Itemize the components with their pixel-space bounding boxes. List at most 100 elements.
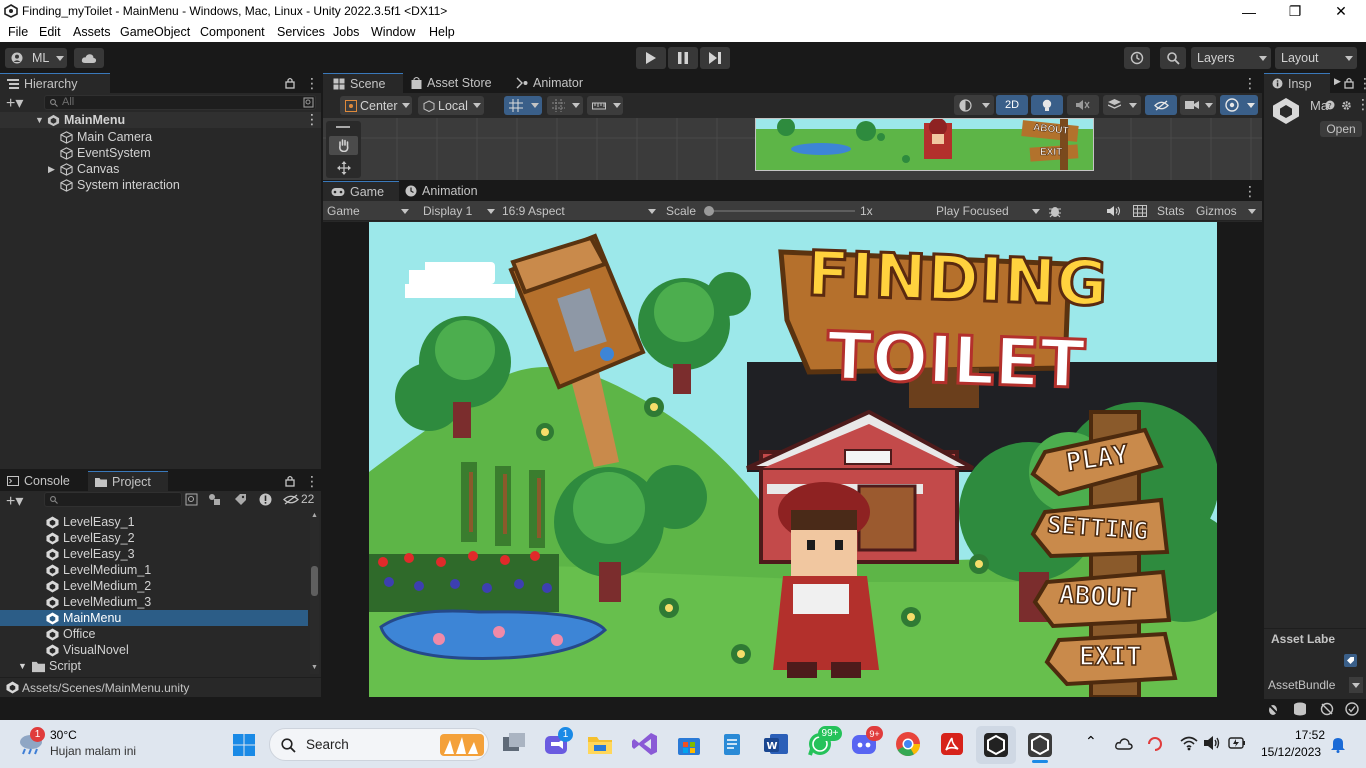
taskbar-search-box[interactable]: Search: [269, 728, 489, 761]
windows-start-icon[interactable]: [232, 733, 256, 757]
tab-hierarchy[interactable]: Hierarchy: [0, 73, 110, 93]
scroll-down-icon[interactable]: ▼: [311, 664, 318, 671]
kebab-menu-icon[interactable]: ⋮: [305, 75, 319, 92]
file-explorer-icon[interactable]: [586, 730, 614, 758]
create-asset-button[interactable]: +▾: [6, 491, 23, 511]
tab-animator[interactable]: Animator: [516, 73, 583, 93]
project-item[interactable]: VisualNovel: [46, 642, 129, 658]
tab-game[interactable]: Game: [323, 181, 399, 201]
menu-services[interactable]: Services: [277, 25, 325, 39]
play-button[interactable]: [636, 47, 666, 69]
lighting-toggle[interactable]: [1031, 95, 1063, 115]
play-focused-dropdown[interactable]: Play Focused: [936, 203, 1044, 219]
tag-icon[interactable]: [1344, 654, 1357, 667]
refresh-icon[interactable]: [1146, 735, 1164, 753]
scene-canvas-preview[interactable]: ABOUT EXIT: [755, 118, 1094, 171]
display-dropdown[interactable]: Display 1: [423, 203, 497, 219]
cloud-sync-icon[interactable]: [1115, 736, 1133, 752]
volume-icon[interactable]: [1203, 735, 1221, 751]
undo-history-button[interactable]: [1124, 47, 1150, 69]
bug-off-icon[interactable]: [1266, 702, 1280, 716]
stats-button[interactable]: Stats: [1157, 204, 1184, 218]
minimize-button[interactable]: —: [1226, 0, 1272, 23]
kebab-menu-icon[interactable]: ⋮: [305, 111, 319, 128]
scene-viewport[interactable]: ABOUT EXIT: [323, 118, 1262, 180]
open-scene-button[interactable]: Open: [1320, 121, 1362, 137]
kebab-menu-icon[interactable]: ⋮: [1243, 183, 1257, 200]
project-search-input[interactable]: [44, 492, 182, 507]
aspect-dropdown[interactable]: 16:9 Aspect: [502, 203, 658, 219]
search-by-type-icon[interactable]: [303, 97, 314, 108]
about-menu-button[interactable]: ABOUT: [1058, 579, 1139, 615]
bug-icon[interactable]: [1048, 204, 1062, 218]
taskbar-date[interactable]: 15/12/2023: [1261, 745, 1321, 759]
chrome-icon[interactable]: [894, 730, 922, 758]
layers-dropdown[interactable]: Layers: [1191, 47, 1271, 69]
tab-animation[interactable]: Animation: [405, 181, 478, 201]
word-icon[interactable]: W: [762, 730, 790, 758]
wifi-icon[interactable]: [1180, 735, 1198, 751]
project-scrollbar[interactable]: ▲ ▼: [310, 512, 319, 674]
notepad-icon[interactable]: [718, 730, 746, 758]
account-dropdown[interactable]: ML: [5, 48, 67, 68]
project-item[interactable]: LevelMedium_1: [46, 562, 151, 578]
task-view-icon[interactable]: [500, 730, 528, 758]
hand-tool-button[interactable]: [329, 136, 358, 155]
cloud-button[interactable]: [74, 48, 104, 68]
network-off-icon[interactable]: [1320, 702, 1334, 716]
gizmos-dropdown[interactable]: [1220, 95, 1258, 115]
taskbar-time[interactable]: 17:52: [1295, 728, 1325, 742]
gizmos-game-dropdown[interactable]: Gizmos: [1196, 203, 1258, 219]
hierarchy-item[interactable]: ▶ Canvas: [48, 161, 119, 177]
scroll-thumb[interactable]: [311, 566, 318, 596]
mode-2d-toggle[interactable]: 2D: [996, 95, 1028, 115]
project-item[interactable]: LevelMedium_3: [46, 594, 151, 610]
scale-slider-thumb[interactable]: [704, 206, 714, 216]
maximize-button[interactable]: ❐: [1272, 0, 1318, 23]
tab-scene[interactable]: Scene: [323, 73, 403, 93]
project-item[interactable]: Office: [46, 626, 95, 642]
kebab-menu-icon[interactable]: ⋮: [1243, 75, 1257, 92]
add-object-button[interactable]: +▾: [6, 93, 23, 113]
tab-project[interactable]: Project: [88, 471, 168, 491]
tray-overflow-icon[interactable]: ⌃: [1085, 733, 1097, 750]
menu-gameobject[interactable]: GameObject: [120, 25, 190, 39]
game-view-dropdown[interactable]: Game: [327, 203, 413, 219]
filter-type-icon[interactable]: [208, 493, 221, 506]
hierarchy-scene-row[interactable]: ▼ MainMenu ⋮: [0, 111, 321, 128]
weather-temp[interactable]: 30°C: [50, 728, 77, 742]
menu-edit[interactable]: Edit: [39, 25, 61, 39]
database-icon[interactable]: [1293, 702, 1307, 716]
scale-slider[interactable]: [704, 206, 855, 216]
project-item-selected[interactable]: MainMenu: [0, 610, 308, 626]
layout-dropdown[interactable]: Layout: [1275, 47, 1357, 69]
increment-snap-toggle[interactable]: [547, 96, 583, 115]
menu-assets[interactable]: Assets: [73, 25, 111, 39]
lock-icon[interactable]: [285, 77, 295, 89]
space-local-dropdown[interactable]: Local: [418, 96, 484, 115]
microsoft-store-icon[interactable]: [675, 730, 703, 758]
unity-editor-taskbar[interactable]: [1020, 726, 1060, 764]
tab-asset-store[interactable]: Asset Store: [409, 73, 492, 93]
hierarchy-item[interactable]: System interaction: [60, 177, 180, 193]
ruler-toggle[interactable]: [587, 96, 623, 115]
project-item[interactable]: LevelEasy_1: [46, 514, 135, 530]
overlay-handle[interactable]: [336, 126, 350, 128]
game-render[interactable]: FINDING TOILET PLAY SETTING ABOUT EXIT: [369, 222, 1217, 697]
exit-menu-button[interactable]: EXIT: [1078, 641, 1142, 673]
visual-studio-icon[interactable]: [631, 730, 659, 758]
camera-dropdown[interactable]: [1180, 95, 1216, 115]
hierarchy-search-input[interactable]: All: [44, 95, 316, 110]
collapsed-arrow-icon[interactable]: ▶: [48, 164, 60, 175]
check-circle-icon[interactable]: [1345, 702, 1359, 716]
project-item[interactable]: LevelEasy_3: [46, 546, 135, 562]
hierarchy-item[interactable]: Main Camera: [60, 129, 152, 145]
keyboard-grid-icon[interactable]: [1133, 205, 1147, 217]
notification-bell-icon[interactable]: [1330, 736, 1346, 753]
more-tabs-icon[interactable]: ▶: [1334, 76, 1341, 87]
pivot-center-dropdown[interactable]: Center: [340, 96, 412, 115]
effects-dropdown[interactable]: [1103, 95, 1141, 115]
hierarchy-item[interactable]: EventSystem: [60, 145, 151, 161]
menu-component[interactable]: Component: [200, 25, 265, 39]
acrobat-icon[interactable]: [938, 730, 966, 758]
